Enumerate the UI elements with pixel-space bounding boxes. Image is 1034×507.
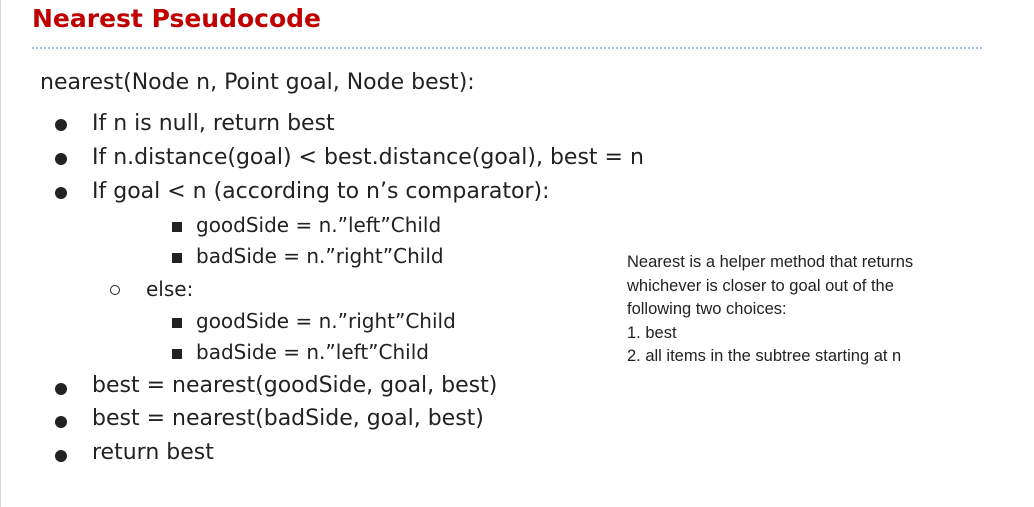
note-line: following two choices: <box>627 300 787 318</box>
step-return: return best <box>92 440 214 465</box>
step-goal-compare: If goal < n (according to n’s comparator… <box>92 179 550 204</box>
bullet-icon <box>55 383 67 395</box>
step-distance-compare: If n.distance(goal) < best.distance(goal… <box>92 145 644 170</box>
slide: Nearest Pseudocode nearest(Node n, Point… <box>0 0 1034 507</box>
bullet-icon <box>55 119 67 131</box>
slide-title: Nearest Pseudocode <box>32 4 322 33</box>
bullet-icon <box>55 153 67 165</box>
note-line: whichever is closer to goal out of the <box>627 276 894 295</box>
title-divider <box>32 47 982 49</box>
square-bullet-icon <box>172 318 182 328</box>
step-null-check: If n is null, return best <box>92 111 335 136</box>
else-label: else: <box>146 277 194 301</box>
square-bullet-icon <box>172 349 182 359</box>
else-bad-side: badSide = n.”left”Child <box>196 340 429 364</box>
step-recurse-good: best = nearest(goodSide, goal, best) <box>92 373 498 398</box>
slide-edge <box>0 0 1 507</box>
if-good-side: goodSide = n.”left”Child <box>196 213 442 237</box>
square-bullet-icon <box>172 222 182 232</box>
step-recurse-bad: best = nearest(badSide, goal, best) <box>92 406 484 431</box>
bullet-icon <box>55 187 67 199</box>
hollow-bullet-icon <box>110 285 120 295</box>
note-line: Nearest is a helper method that returns <box>627 253 914 271</box>
note-choice-2: 2. all items in the subtree starting at … <box>627 347 902 365</box>
note-choice-1: 1. best <box>627 323 677 342</box>
else-good-side: goodSide = n.”right”Child <box>196 309 456 333</box>
square-bullet-icon <box>172 253 182 263</box>
if-bad-side: badSide = n.”right”Child <box>196 244 444 268</box>
function-signature: nearest(Node n, Point goal, Node best): <box>40 70 475 95</box>
helper-note: Nearest is a helper method that returns … <box>627 251 997 369</box>
bullet-icon <box>55 450 67 462</box>
bullet-icon <box>55 416 67 428</box>
